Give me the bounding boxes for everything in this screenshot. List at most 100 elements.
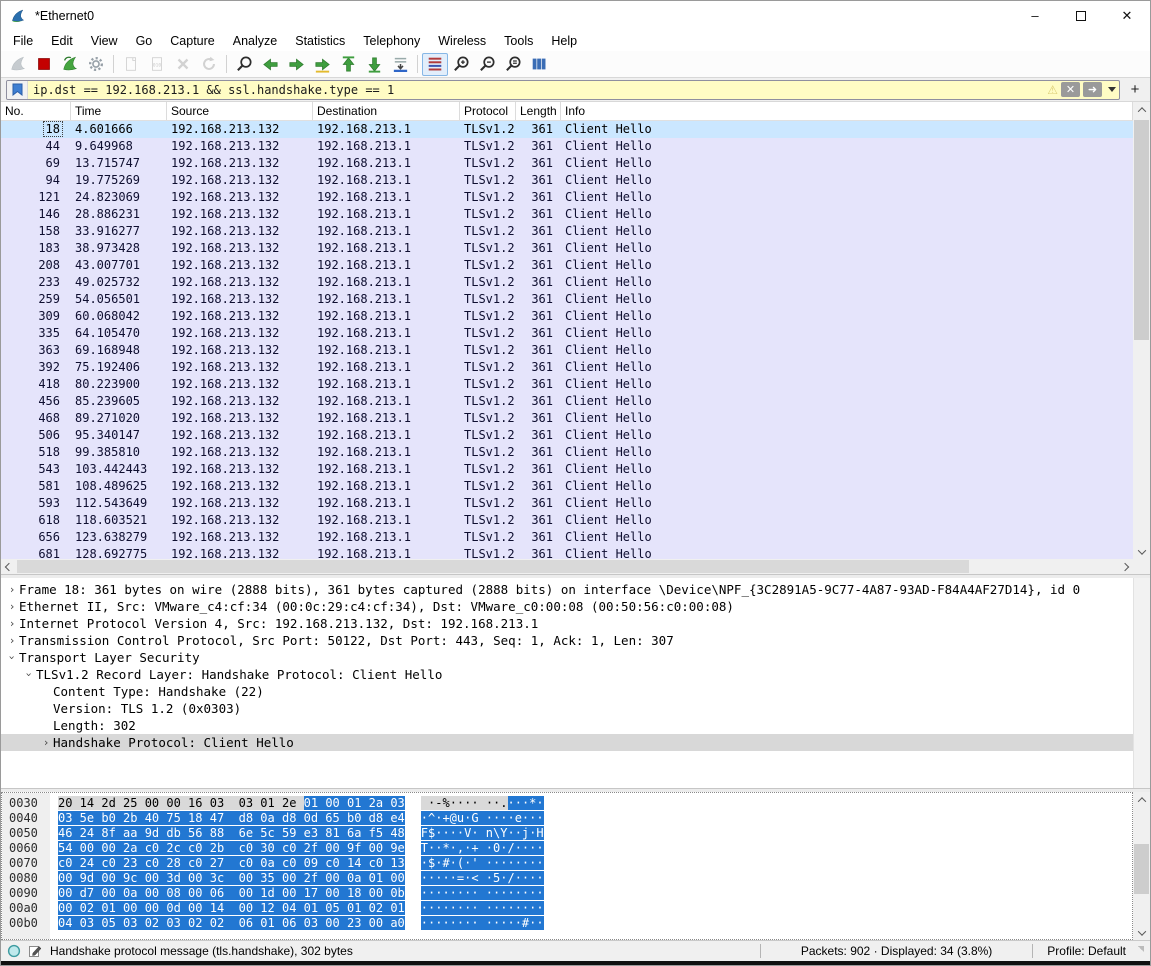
packet-row[interactable]: 45685.239605192.168.213.132192.168.213.1… bbox=[1, 393, 1133, 410]
packet-row[interactable]: 593112.543649192.168.213.132192.168.213.… bbox=[1, 495, 1133, 512]
go-back-icon[interactable] bbox=[257, 53, 283, 76]
packet-row[interactable]: 9419.775269192.168.213.132192.168.213.1T… bbox=[1, 172, 1133, 189]
hex-row[interactable]: 009000 d7 00 0a 00 08 00 06 00 1d 00 17 … bbox=[2, 886, 1132, 901]
column-header-time[interactable]: Time bbox=[71, 102, 167, 120]
column-header-no[interactable]: No. bbox=[1, 102, 71, 120]
packet-row[interactable]: 23349.025732192.168.213.132192.168.213.1… bbox=[1, 274, 1133, 291]
detail-tree-row[interactable]: ›Ethernet II, Src: VMware_c4:cf:34 (00:0… bbox=[1, 598, 1150, 615]
profile-label[interactable]: Profile: Default bbox=[1047, 944, 1126, 958]
hex-row[interactable]: 00a000 02 01 00 00 0d 00 14 00 12 04 01 … bbox=[2, 901, 1132, 916]
go-to-packet-icon[interactable] bbox=[309, 53, 335, 76]
scroll-thumb[interactable] bbox=[1134, 844, 1149, 894]
packet-row[interactable]: 6913.715747192.168.213.132192.168.213.1T… bbox=[1, 155, 1133, 172]
scroll-down-arrow-icon[interactable] bbox=[1133, 544, 1150, 559]
menu-file[interactable]: File bbox=[4, 32, 42, 50]
scroll-right-arrow-icon[interactable] bbox=[1117, 559, 1133, 574]
scroll-up-arrow-icon[interactable] bbox=[1133, 792, 1150, 807]
detail-tree-row[interactable]: ›Internet Protocol Version 4, Src: 192.1… bbox=[1, 615, 1150, 632]
column-header-destination[interactable]: Destination bbox=[313, 102, 460, 120]
go-forward-icon[interactable] bbox=[283, 53, 309, 76]
packet-row[interactable]: 656123.638279192.168.213.132192.168.213.… bbox=[1, 529, 1133, 546]
scroll-down-arrow-icon[interactable] bbox=[1133, 925, 1150, 940]
resize-columns-icon[interactable] bbox=[526, 53, 552, 76]
stop-capture-icon[interactable] bbox=[31, 53, 57, 76]
packet-row[interactable]: 30960.068042192.168.213.132192.168.213.1… bbox=[1, 308, 1133, 325]
expanded-chevron-icon[interactable]: › bbox=[21, 668, 38, 682]
packet-row[interactable]: 581108.489625192.168.213.132192.168.213.… bbox=[1, 478, 1133, 495]
menu-analyze[interactable]: Analyze bbox=[224, 32, 286, 50]
packet-row[interactable]: 36369.168948192.168.213.132192.168.213.1… bbox=[1, 342, 1133, 359]
packet-row[interactable]: 14628.886231192.168.213.132192.168.213.1… bbox=[1, 206, 1133, 223]
menu-telephony[interactable]: Telephony bbox=[354, 32, 429, 50]
bytes-vertical-scrollbar[interactable] bbox=[1133, 792, 1150, 940]
add-filter-button[interactable]: + bbox=[1125, 80, 1145, 100]
hex-row[interactable]: 00b004 03 05 03 02 03 02 02 06 01 06 03 … bbox=[2, 916, 1132, 931]
packet-list-horizontal-scrollbar[interactable] bbox=[1, 559, 1133, 574]
menu-view[interactable]: View bbox=[82, 32, 127, 50]
column-header-info[interactable]: Info bbox=[561, 102, 1133, 120]
hex-row[interactable]: 008000 9d 00 9c 00 3d 00 3c 00 35 00 2f … bbox=[2, 871, 1132, 886]
expert-info-icon[interactable] bbox=[7, 944, 21, 958]
go-last-icon[interactable] bbox=[361, 53, 387, 76]
detail-tree-row[interactable]: Version: TLS 1.2 (0x0303) bbox=[1, 700, 1150, 717]
collapsed-chevron-icon[interactable]: › bbox=[5, 598, 19, 615]
hex-row[interactable]: 006054 00 00 2a c0 2c c0 2b c0 30 c0 2f … bbox=[2, 841, 1132, 856]
scroll-thumb[interactable] bbox=[1134, 120, 1149, 340]
packet-row[interactable]: 543103.442443192.168.213.132192.168.213.… bbox=[1, 461, 1133, 478]
hex-row[interactable]: 003020 14 2d 25 00 00 16 03 03 01 2e 01 … bbox=[2, 796, 1132, 811]
packet-row[interactable]: 46889.271020192.168.213.132192.168.213.1… bbox=[1, 410, 1133, 427]
packet-row[interactable]: 618118.603521192.168.213.132192.168.213.… bbox=[1, 512, 1133, 529]
colorize-icon[interactable] bbox=[422, 53, 448, 76]
column-header-length[interactable]: Length bbox=[516, 102, 561, 120]
detail-tree-row[interactable]: ›Frame 18: 361 bytes on wire (2888 bits)… bbox=[1, 581, 1150, 598]
resize-grip[interactable] bbox=[1134, 946, 1144, 956]
menu-tools[interactable]: Tools bbox=[495, 32, 542, 50]
collapsed-chevron-icon[interactable]: › bbox=[5, 581, 19, 598]
detail-tree-row[interactable]: ›Transport Layer Security bbox=[1, 649, 1150, 666]
zoom-out-icon[interactable] bbox=[474, 53, 500, 76]
detail-tree-row[interactable]: Content Type: Handshake (22) bbox=[1, 683, 1150, 700]
menu-wireless[interactable]: Wireless bbox=[429, 32, 495, 50]
zoom-orig-icon[interactable] bbox=[500, 53, 526, 76]
maximize-button[interactable] bbox=[1058, 1, 1104, 30]
packet-list-vertical-scrollbar[interactable] bbox=[1133, 102, 1150, 559]
collapsed-chevron-icon[interactable]: › bbox=[5, 615, 19, 632]
menu-statistics[interactable]: Statistics bbox=[286, 32, 354, 50]
zoom-in-icon[interactable] bbox=[448, 53, 474, 76]
auto-scroll-icon[interactable] bbox=[387, 53, 413, 76]
packet-row[interactable]: 25954.056501192.168.213.132192.168.213.1… bbox=[1, 291, 1133, 308]
packet-row[interactable]: 15833.916277192.168.213.132192.168.213.1… bbox=[1, 223, 1133, 240]
packet-row[interactable]: 449.649968192.168.213.132192.168.213.1TL… bbox=[1, 138, 1133, 155]
detail-tree-row[interactable]: ›Handshake Protocol: Client Hello bbox=[1, 734, 1150, 751]
menu-help[interactable]: Help bbox=[542, 32, 586, 50]
menu-edit[interactable]: Edit bbox=[42, 32, 82, 50]
detail-tree-row[interactable]: ›Transmission Control Protocol, Src Port… bbox=[1, 632, 1150, 649]
packet-row[interactable]: 50695.340147192.168.213.132192.168.213.1… bbox=[1, 427, 1133, 444]
packet-bytes-view[interactable]: 003020 14 2d 25 00 00 16 03 03 01 2e 01 … bbox=[1, 792, 1133, 940]
filter-bookmark-button[interactable] bbox=[7, 81, 28, 99]
display-filter-input[interactable]: ip.dst == 192.168.213.1 && ssl.handshake… bbox=[28, 83, 1047, 97]
capture-comment-icon[interactable] bbox=[28, 944, 42, 958]
detail-tree-row[interactable]: ›TLSv1.2 Record Layer: Handshake Protoco… bbox=[1, 666, 1150, 683]
packet-row[interactable]: 20843.007701192.168.213.132192.168.213.1… bbox=[1, 257, 1133, 274]
column-header-protocol[interactable]: Protocol bbox=[460, 102, 516, 120]
go-first-icon[interactable] bbox=[335, 53, 361, 76]
packet-row[interactable]: 39275.192406192.168.213.132192.168.213.1… bbox=[1, 359, 1133, 376]
restart-capture-icon[interactable] bbox=[57, 53, 83, 76]
packet-row[interactable]: 41880.223900192.168.213.132192.168.213.1… bbox=[1, 376, 1133, 393]
packet-row[interactable]: 184.601666192.168.213.132192.168.213.1TL… bbox=[1, 121, 1133, 138]
packet-row[interactable]: 51899.385810192.168.213.132192.168.213.1… bbox=[1, 444, 1133, 461]
filter-dropdown-caret[interactable] bbox=[1105, 81, 1119, 99]
packet-row[interactable]: 18338.973428192.168.213.132192.168.213.1… bbox=[1, 240, 1133, 257]
column-header-source[interactable]: Source bbox=[167, 102, 313, 120]
minimize-button[interactable]: – bbox=[1012, 1, 1058, 30]
menu-go[interactable]: Go bbox=[127, 32, 162, 50]
apply-filter-button[interactable]: ➜ bbox=[1083, 82, 1102, 97]
find-packet-icon[interactable] bbox=[231, 53, 257, 76]
close-button[interactable]: ✕ bbox=[1104, 1, 1150, 30]
details-scrollbar-track[interactable] bbox=[1133, 578, 1150, 788]
scroll-up-arrow-icon[interactable] bbox=[1133, 102, 1150, 117]
capture-options-icon[interactable] bbox=[83, 53, 109, 76]
hex-row[interactable]: 005046 24 8f aa 9d db 56 88 6e 5c 59 e3 … bbox=[2, 826, 1132, 841]
packet-row[interactable]: 12124.823069192.168.213.132192.168.213.1… bbox=[1, 189, 1133, 206]
